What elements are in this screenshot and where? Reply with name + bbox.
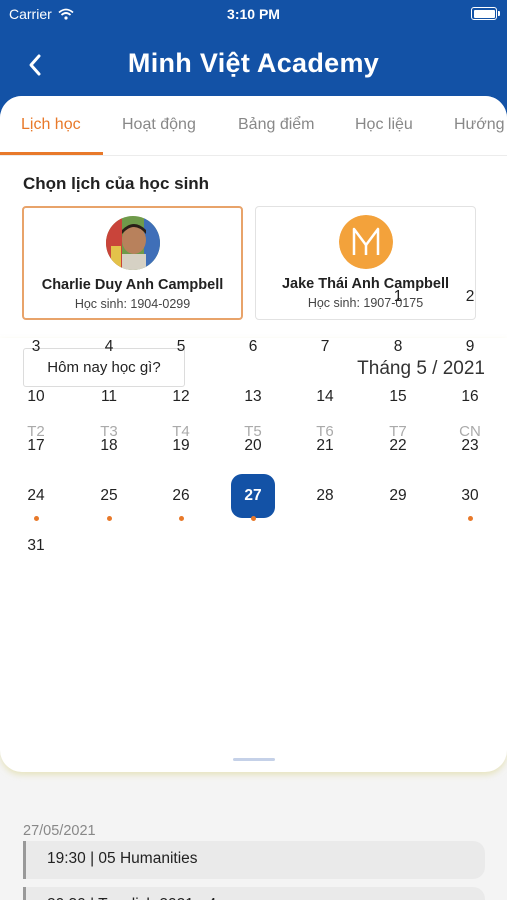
student-id: Học sinh: 1907-0175 [307, 296, 424, 310]
calendar-day[interactable]: 15 [376, 375, 420, 419]
calendar-day-selected[interactable]: 27 [231, 474, 275, 518]
event-dot [250, 516, 256, 521]
avatar [105, 216, 160, 270]
drag-handle[interactable] [233, 758, 275, 761]
calendar-day[interactable]: 9 [448, 325, 492, 369]
calendar-day[interactable]: 19 [159, 424, 203, 468]
calendar-day[interactable]: 12 [159, 375, 203, 419]
student-card-charlie[interactable]: Charlie Duy Anh Campbell Học sinh: 1904-… [22, 206, 243, 320]
agenda-item[interactable]: 20:30 | Tenglish 2021 - 4 [23, 887, 485, 900]
calendar-day[interactable]: 17 [14, 424, 58, 468]
student-name: Jake Thái Anh Campbell [281, 276, 450, 292]
calendar-day[interactable]: 1 [376, 275, 420, 319]
event-dot [33, 516, 39, 521]
header: Minh Việt Academy [0, 28, 507, 98]
calendar-day[interactable]: 2 [448, 275, 492, 319]
calendar-day[interactable]: 31 [14, 524, 58, 568]
event-dot [467, 516, 473, 521]
status-time: 3:10 PM [227, 6, 280, 22]
status-bar: Carrier 3:10 PM [0, 0, 507, 28]
main-content: Lịch học Hoạt động Bảng điểm Học liệu Hư… [0, 96, 507, 900]
calendar-day[interactable]: 13 [231, 375, 275, 419]
battery-icon [471, 7, 500, 20]
calendar-card: Hôm nay học gì? Tháng 5 / 2021 T2 T3 T4 T5 T… [0, 288, 507, 772]
tab-bar: Lịch học Hoạt động Bảng điểm Học liệu Hư… [0, 96, 507, 156]
calendar-day[interactable]: 8 [376, 325, 420, 369]
student-selector-title: Chọn lịch của học sinh [23, 174, 210, 193]
academy-logo-icon [338, 215, 393, 269]
calendar-day[interactable]: 24 [14, 474, 58, 518]
calendar-day[interactable]: 20 [231, 424, 275, 468]
calendar-day[interactable]: 6 [231, 325, 275, 369]
tab-hoat-dong[interactable]: Hoạt động [122, 116, 196, 134]
calendar-day[interactable]: 25 [87, 474, 131, 518]
tab-lich-hoc[interactable]: Lịch học [21, 116, 81, 134]
calendar-day[interactable]: 30 [448, 474, 492, 518]
calendar-day[interactable]: 23 [448, 424, 492, 468]
tab-bang-diem[interactable]: Bảng điểm [238, 116, 315, 134]
calendar-day[interactable]: 18 [87, 424, 131, 468]
calendar-day[interactable]: 5 [159, 325, 203, 369]
agenda-item[interactable]: 19:30 | 05 Humanities [23, 841, 485, 879]
calendar-day[interactable]: 10 [14, 375, 58, 419]
event-dot [178, 516, 184, 521]
tab-huong[interactable]: Hướng [454, 116, 505, 134]
tab-active-indicator [0, 152, 103, 155]
calendar-day[interactable]: 3 [14, 325, 58, 369]
page-title: Minh Việt Academy [127, 48, 380, 78]
student-id: Học sinh: 1904-0299 [74, 297, 191, 311]
calendar-day[interactable]: 29 [376, 474, 420, 518]
calendar-day[interactable]: 28 [303, 474, 347, 518]
calendar-day[interactable]: 16 [448, 375, 492, 419]
calendar-day[interactable]: 22 [376, 424, 420, 468]
agenda-date: 27/05/2021 [23, 823, 96, 839]
calendar-day[interactable]: 4 [87, 325, 131, 369]
student-card-jake[interactable]: Jake Thái Anh Campbell Học sinh: 1907-01… [255, 206, 476, 320]
student-photo [105, 216, 160, 270]
calendar-day[interactable]: 21 [303, 424, 347, 468]
student-name: Charlie Duy Anh Campbell [41, 277, 224, 293]
calendar-day[interactable]: 26 [159, 474, 203, 518]
calendar-day[interactable]: 7 [303, 325, 347, 369]
calendar-day[interactable]: 14 [303, 375, 347, 419]
event-dot [106, 516, 112, 521]
calendar-day[interactable]: 11 [87, 375, 131, 419]
tab-hoc-lieu[interactable]: Học liệu [355, 116, 413, 134]
student-selector: Chọn lịch của học sinh Charlie Duy Anh C… [0, 156, 507, 338]
avatar [338, 215, 393, 269]
